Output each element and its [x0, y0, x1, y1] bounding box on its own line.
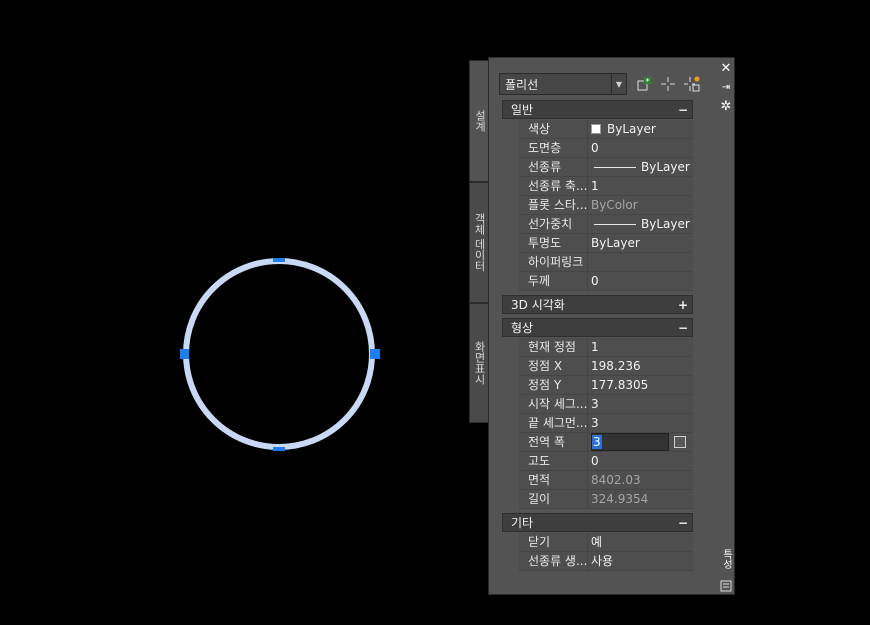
property-row-lineweight[interactable]: 선가중치 ByLayer: [502, 215, 693, 234]
property-row-linetype-scale[interactable]: 선종류 축... 1: [502, 177, 693, 196]
property-row-plot-style[interactable]: 플롯 스타... ByColor: [502, 196, 693, 215]
pickadd-icon: [684, 76, 700, 92]
tab-design[interactable]: 설계: [469, 60, 489, 182]
tab-object-data[interactable]: 객체 데이터: [469, 182, 489, 303]
property-row-current-vertex[interactable]: 현재 정점 1: [502, 338, 693, 357]
section-misc[interactable]: 기타 −: [502, 513, 693, 532]
calculator-icon[interactable]: [674, 436, 686, 448]
property-row-area[interactable]: 면적 8402.03: [502, 471, 693, 490]
property-row-linetype-generation[interactable]: 선종류 생... 사용: [502, 552, 693, 571]
property-row-length[interactable]: 길이 324.9354: [502, 490, 693, 509]
palette-title: 특성: [720, 549, 732, 569]
collapse-icon[interactable]: −: [674, 516, 692, 530]
grip-bottom[interactable]: [273, 447, 285, 451]
property-row-vertex-y[interactable]: 정점 Y 177.8305: [502, 376, 693, 395]
properties-palette: 폴리선 ▼ ✕ ⇥ ✲ 특성 일반 − 색상 ByLayer 도면층 0 선종류 By…: [488, 57, 735, 595]
crosshair-icon: [661, 77, 675, 91]
property-row-layer[interactable]: 도면층 0: [502, 139, 693, 158]
expand-icon[interactable]: +: [674, 298, 692, 312]
tab-display[interactable]: 화면표시: [469, 303, 489, 423]
property-row-color[interactable]: 색상 ByLayer: [502, 120, 693, 139]
object-type-select[interactable]: 폴리선 ▼: [499, 73, 627, 95]
gear-icon[interactable]: ✲: [717, 98, 735, 114]
property-row-elevation[interactable]: 고도 0: [502, 452, 693, 471]
selected-polyline-circle[interactable]: [183, 258, 375, 450]
chevron-down-icon: ▼: [611, 74, 626, 94]
close-icon[interactable]: ✕: [717, 60, 735, 76]
grip-left[interactable]: [180, 349, 189, 359]
pickadd-toggle-button[interactable]: [683, 75, 701, 93]
property-row-vertex-x[interactable]: 정점 X 198.236: [502, 357, 693, 376]
autohide-icon[interactable]: ⇥: [717, 79, 735, 95]
section-3d-visualization[interactable]: 3D 시각화 +: [502, 295, 693, 314]
quick-select-button[interactable]: [635, 75, 653, 93]
color-swatch: [591, 124, 601, 134]
property-row-linetype[interactable]: 선종류 ByLayer: [502, 158, 693, 177]
grip-top[interactable]: [273, 258, 285, 262]
quick-select-icon: [637, 77, 651, 91]
linetype-preview: [594, 166, 636, 168]
property-row-hyperlink[interactable]: 하이퍼링크: [502, 253, 693, 272]
property-row-transparency[interactable]: 투명도 ByLayer: [502, 234, 693, 253]
drawing-canvas[interactable]: [0, 0, 470, 625]
global-width-input[interactable]: 3: [591, 433, 669, 451]
section-geometry[interactable]: 형상 −: [502, 318, 693, 337]
palette-title-bar: ✕ ⇥ ✲ 특성: [717, 58, 735, 594]
property-row-end-segment-width[interactable]: 끝 세그먼... 3: [502, 414, 693, 433]
collapse-icon[interactable]: −: [674, 321, 692, 335]
property-row-global-width[interactable]: 전역 폭3: [502, 433, 693, 452]
property-row-thickness[interactable]: 두께 0: [502, 272, 693, 291]
grip-right[interactable]: [370, 349, 380, 359]
palette-side-tabs: 설계 객체 데이터 화면표시: [469, 60, 489, 423]
property-row-closed[interactable]: 닫기 예: [502, 533, 693, 552]
section-general[interactable]: 일반 −: [502, 100, 693, 119]
palette-menu-icon[interactable]: [717, 578, 735, 594]
lineweight-preview: [594, 223, 636, 225]
property-row-start-segment-width[interactable]: 시작 세그... 3: [502, 395, 693, 414]
select-objects-button[interactable]: [659, 75, 677, 93]
collapse-icon[interactable]: −: [674, 103, 692, 117]
